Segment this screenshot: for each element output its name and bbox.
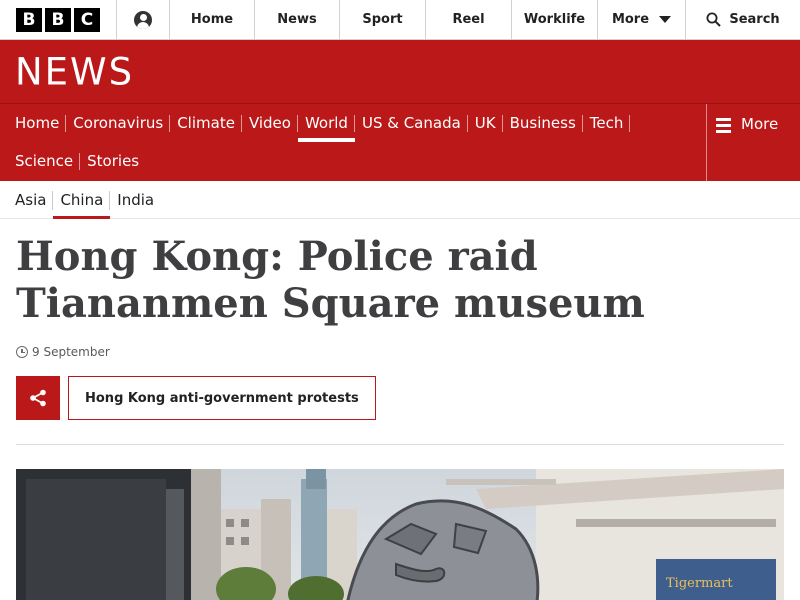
subnav-item-asia[interactable]: Asia	[8, 181, 54, 219]
secnav-more-label: More	[741, 115, 779, 133]
secnav-item-climate[interactable]: Climate	[170, 104, 242, 142]
article-tools: Hong Kong anti-government protests	[16, 376, 784, 420]
account-button[interactable]	[117, 0, 170, 39]
search-icon	[706, 12, 722, 27]
secnav-item-stories[interactable]: Stories	[80, 142, 146, 180]
hero-image-illustration: Tigermart	[16, 469, 784, 600]
bbc-logo[interactable]: B B C	[0, 0, 117, 39]
sub-navigation: Asia China India	[0, 181, 800, 219]
article-date: 9 September	[32, 345, 110, 359]
topnav-news[interactable]: News	[255, 0, 340, 39]
topnav-reel[interactable]: Reel	[426, 0, 512, 39]
article-headline: Hong Kong: Police raid Tiananmen Square …	[16, 233, 645, 327]
secnav-item-uk[interactable]: UK	[468, 104, 503, 142]
search-label: Search	[729, 12, 780, 27]
secnav-more-button[interactable]: More	[706, 104, 800, 181]
section-navigation: Home Coronavirus Climate Video World US …	[0, 104, 800, 181]
topnav-more-label: More	[611, 12, 650, 27]
share-icon	[30, 389, 46, 407]
topnav-home[interactable]: Home	[170, 0, 255, 39]
subnav-item-india[interactable]: India	[110, 181, 161, 219]
article: Hong Kong: Police raid Tiananmen Square …	[0, 233, 800, 600]
topnav-worklife[interactable]: Worklife	[512, 0, 598, 39]
secnav-item-science[interactable]: Science	[8, 142, 81, 180]
topnav-more-button[interactable]: More	[598, 0, 686, 39]
secnav-item-tech[interactable]: Tech	[583, 104, 631, 142]
section-nav-row: Home Coronavirus Climate Video World US …	[8, 104, 706, 142]
secnav-item-world[interactable]: World	[297, 104, 355, 142]
section-nav-row: Science Stories	[8, 142, 706, 180]
secnav-item-coronavirus[interactable]: Coronavirus	[66, 104, 171, 142]
subnav-item-china[interactable]: China	[53, 181, 111, 219]
secnav-item-business[interactable]: Business	[503, 104, 583, 142]
topic-tag-link[interactable]: Hong Kong anti-government protests	[68, 376, 376, 420]
news-masthead: NEWS	[0, 40, 800, 104]
clock-icon	[16, 346, 28, 358]
article-dateline: 9 September	[16, 345, 784, 359]
section-nav-items: Home Coronavirus Climate Video World US …	[0, 104, 706, 181]
bbc-logo-letter: C	[74, 7, 100, 32]
topnav-sport[interactable]: Sport	[340, 0, 426, 39]
hamburger-icon	[716, 118, 731, 136]
svg-text:Tigermart: Tigermart	[666, 576, 733, 591]
secnav-item-home[interactable]: Home	[8, 104, 67, 142]
search-button[interactable]: Search	[686, 0, 800, 39]
article-hero-image: Tigermart	[16, 469, 784, 600]
news-logo[interactable]: NEWS	[15, 50, 134, 94]
account-icon	[134, 10, 152, 29]
chevron-down-icon	[659, 16, 672, 23]
secnav-item-video[interactable]: Video	[242, 104, 298, 142]
bbc-logo-letter: B	[45, 7, 71, 32]
bbc-logo-letter: B	[16, 7, 42, 32]
global-navigation: B B C Home News Sport Reel Worklife More…	[0, 0, 800, 40]
divider	[16, 444, 784, 445]
share-button[interactable]	[16, 376, 60, 420]
secnav-item-us-canada[interactable]: US & Canada	[355, 104, 468, 142]
